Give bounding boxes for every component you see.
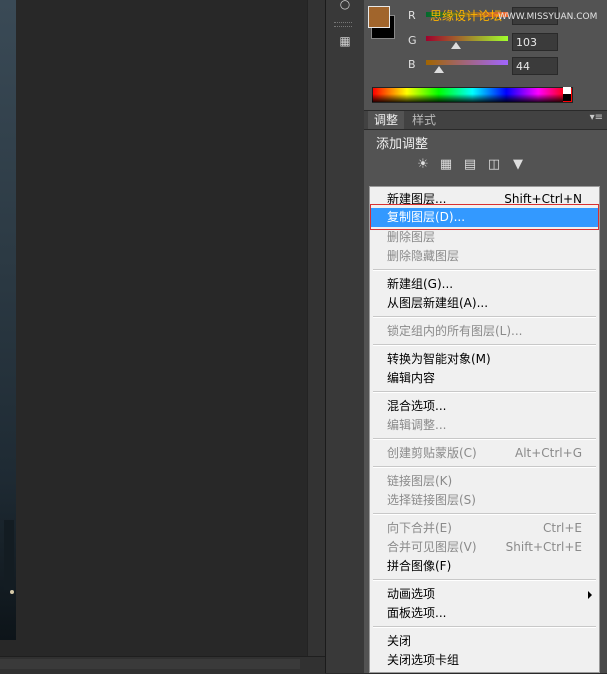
watermark-text: 思缘设计论坛 [430, 9, 503, 23]
photo-highlight [10, 590, 14, 594]
menu-item-close-tab-group[interactable]: 关闭选项卡组 [370, 651, 599, 670]
menu-item-flatten-image[interactable]: 拼合图像(F) [370, 557, 599, 576]
menu-item-blending-options[interactable]: 混合选项... [370, 397, 599, 416]
foreground-color-swatch[interactable] [368, 6, 390, 28]
horizontal-scroll-thumb[interactable] [0, 659, 300, 669]
b-slider-track[interactable] [426, 60, 508, 65]
menu-separator [373, 344, 596, 346]
spectrum-black-white[interactable] [563, 87, 571, 101]
menu-item-close[interactable]: 关闭 [370, 632, 599, 651]
menu-item-link-layers[interactable]: 链接图层(K) [370, 472, 599, 491]
panel-icon-strip: ○ ▦ [325, 0, 365, 673]
channel-label-b: B [408, 58, 416, 71]
menu-item-panel-options[interactable]: 面板选项... [370, 604, 599, 623]
triangle-icon[interactable]: ▼ [509, 157, 527, 173]
menu-separator [373, 269, 596, 271]
strip-grip-handle[interactable] [334, 22, 352, 27]
tab-adjustments[interactable]: 调整 [368, 111, 405, 129]
menu-item-duplicate-layer[interactable]: 复制图层(D)... [370, 208, 599, 227]
g-slider-track[interactable] [426, 36, 508, 41]
menu-item-animation-options[interactable]: 动画选项 [370, 585, 599, 604]
menu-separator [373, 626, 596, 628]
exposure-icon[interactable]: ◫ [485, 157, 503, 173]
menu-item-lock-layers-in-group[interactable]: 锁定组内的所有图层(L)... [370, 322, 599, 341]
menu-item-select-linked-layers[interactable]: 选择链接图层(S) [370, 491, 599, 510]
b-value-field[interactable]: 44 [512, 57, 558, 75]
curves-icon[interactable]: ▤ [461, 157, 479, 173]
menu-item-delete-layer[interactable]: 删除图层 [370, 228, 599, 247]
menu-item-group-from-layers[interactable]: 从图层新建组(A)... [370, 294, 599, 313]
channel-label-r: R [408, 9, 416, 22]
menu-separator [373, 466, 596, 468]
menu-separator [373, 579, 596, 581]
spectrum-shade [372, 94, 563, 102]
canvas-vertical-scrollbar[interactable] [307, 0, 326, 656]
3d-cube-icon[interactable]: ▦ [336, 33, 354, 49]
panel-menu-icon[interactable]: ▾≡ [590, 112, 603, 123]
add-adjustment-title: 添加调整 [376, 137, 429, 152]
menu-separator [373, 438, 596, 440]
watermark-url: WWW.MISSYUAN.COM [498, 12, 598, 22]
menu-separator [373, 391, 596, 393]
menu-item-edit-contents[interactable]: 编辑内容 [370, 369, 599, 388]
menu-item-merge-down[interactable]: 向下合并(E) Ctrl+E [370, 519, 599, 538]
channel-label-g: G [408, 34, 417, 47]
tab-styles[interactable]: 样式 [406, 111, 442, 129]
submenu-arrow-icon [588, 591, 592, 599]
levels-icon[interactable]: ▦ [437, 157, 455, 173]
menu-separator [373, 316, 596, 318]
photo-shadow [4, 520, 14, 590]
layer-context-menu: 新建图层... Shift+Ctrl+N 复制图层(D)... 删除图层 删除隐藏… [369, 186, 600, 673]
menu-item-convert-to-smart-object[interactable]: 转换为智能对象(M) [370, 350, 599, 369]
b-slider-thumb[interactable] [434, 66, 444, 73]
menu-item-edit-adjustment[interactable]: 编辑调整... [370, 416, 599, 435]
g-slider-thumb[interactable] [451, 42, 461, 49]
g-value-field[interactable]: 103 [512, 33, 558, 51]
menu-item-create-clipping-mask[interactable]: 创建剪贴蒙版(C) Alt+Ctrl+G [370, 444, 599, 463]
menu-separator [373, 513, 596, 515]
adjustments-tab-bar: 调整 样式 ▾≡ [364, 110, 607, 130]
menu-item-new-group[interactable]: 新建组(G)... [370, 275, 599, 294]
menu-item-new-layer[interactable]: 新建图层... Shift+Ctrl+N [370, 190, 599, 209]
brightness-icon[interactable]: ☀ [414, 157, 432, 173]
menu-item-delete-hidden-layers[interactable]: 删除隐藏图层 [370, 247, 599, 266]
info-icon[interactable]: ○ [336, 0, 354, 12]
menu-item-merge-visible[interactable]: 合并可见图层(V) Shift+Ctrl+E [370, 538, 599, 557]
document-canvas[interactable] [0, 0, 307, 656]
